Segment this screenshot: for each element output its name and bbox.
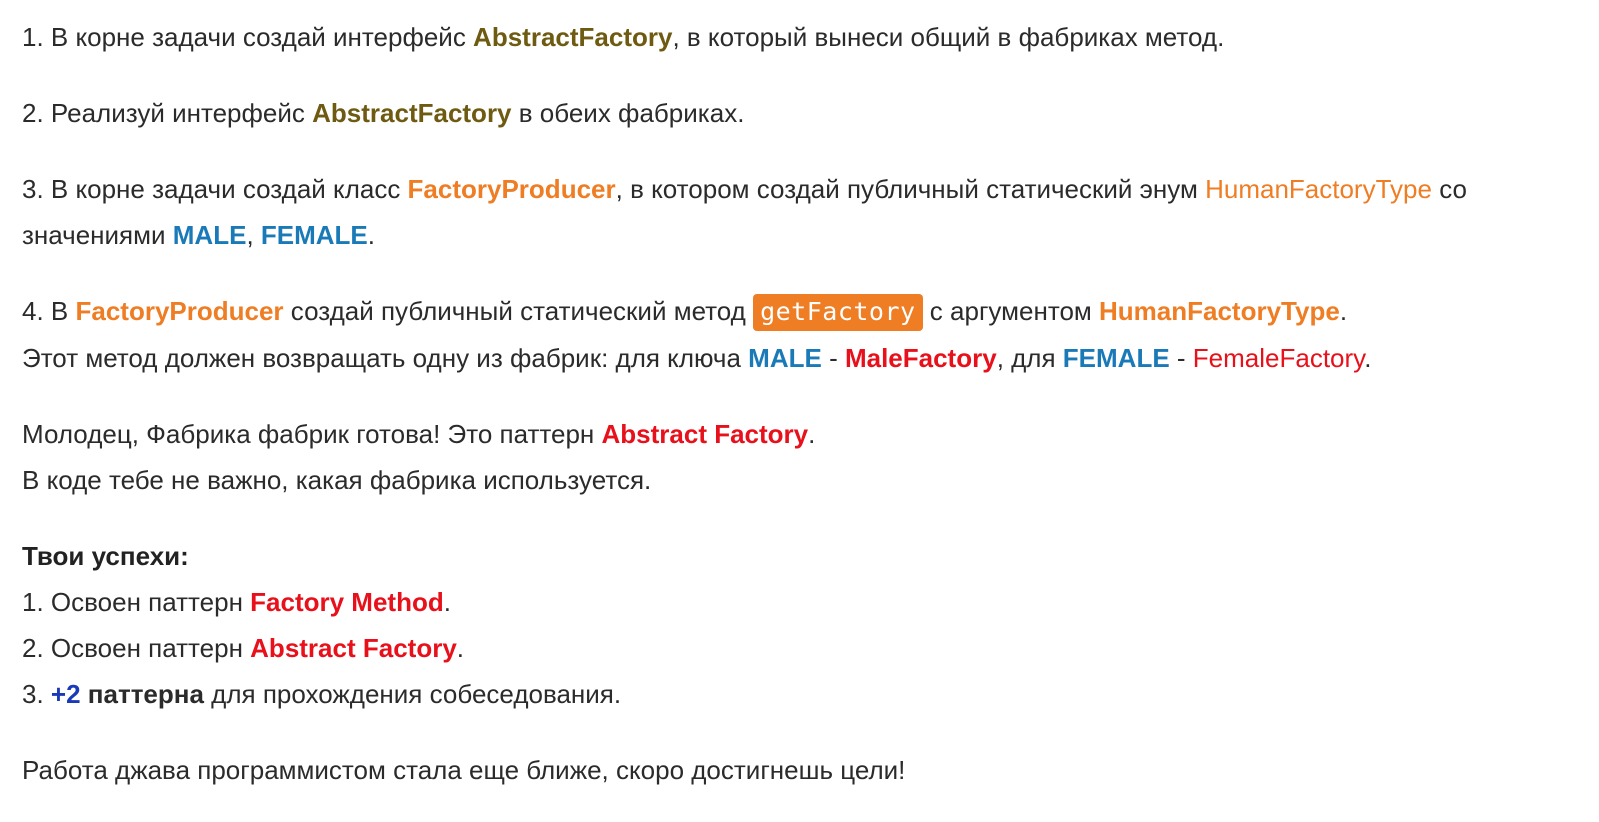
period: . <box>808 419 816 449</box>
achievements-title: Твои успехи: <box>22 541 189 571</box>
abstract-factory-interface-name: AbstractFactory <box>473 22 673 52</box>
achievement-1-text: 1. Освоен паттерн <box>22 587 251 617</box>
male-factory-name: MaleFactory <box>844 343 997 373</box>
step-3-values-label: значениями <box>22 220 173 250</box>
step-4-for-text: , для <box>996 343 1063 373</box>
abstract-factory-interface-name: AbstractFactory <box>312 98 512 128</box>
achievement-3-number: 3. <box>22 679 51 709</box>
abstract-factory-pattern-name: Abstract Factory <box>601 419 809 449</box>
achievement-3-text: для прохождения собеседования. <box>203 679 622 709</box>
step-4-line-2: Этот метод должен возвращать одну из фаб… <box>22 335 1592 381</box>
patterns-word: паттерна <box>80 679 204 709</box>
step-3-text-middle: , в котором создай публичный статический… <box>615 174 1206 204</box>
congrats-line-2: В коде тебе не важно, какая фабрика испо… <box>22 465 652 495</box>
female-factory-name: FemaleFactory <box>1192 343 1365 373</box>
factory-producer-class-name: FactoryProducer <box>407 174 616 204</box>
step-4-line-1: 4. В FactoryProducer создай публичный ст… <box>22 288 1592 335</box>
human-factory-type-argument: HumanFactoryType <box>1099 296 1340 326</box>
closing-message: Работа джава программистом стала еще бли… <box>22 755 906 785</box>
step-3: 3. В корне задачи создай класс FactoryPr… <box>22 166 1592 258</box>
separator: , <box>246 220 261 250</box>
task-description: 1. В корне задачи создай интерфейс Abstr… <box>22 14 1592 793</box>
congrats-line-1: Молодец, Фабрика фабрик готова! Это патт… <box>22 411 1592 457</box>
step-4-argument-text: с аргументом <box>922 296 1100 326</box>
achievement-item-2: 2. Освоен паттерн Abstract Factory. <box>22 625 1592 671</box>
enum-value-male: MALE <box>172 220 247 250</box>
period: . <box>456 633 465 663</box>
dash: - <box>1169 343 1193 373</box>
get-factory-method-code: getFactory <box>753 294 923 331</box>
enum-value-female: FEMALE <box>260 220 368 250</box>
key-female: FEMALE <box>1062 343 1170 373</box>
factory-producer-class-name: FactoryProducer <box>75 296 284 326</box>
step-3-line-2: значениями MALE, FEMALE. <box>22 212 1592 258</box>
step-4-text-middle: создай публичный статический метод <box>283 296 754 326</box>
achievement-item-1: 1. Освоен паттерн Factory Method. <box>22 579 1592 625</box>
step-3-text: 3. В корне задачи создай класс <box>22 174 408 204</box>
period: . <box>1339 296 1348 326</box>
step-2: 2. Реализуй интерфейс AbstractFactory в … <box>22 90 1592 136</box>
congrats-text: Молодец, Фабрика фабрик готова! Это патт… <box>22 419 602 449</box>
period: . <box>1364 343 1372 373</box>
achievement-item-3: 3. +2 паттерна для прохождения собеседов… <box>22 671 1592 717</box>
step-4-return-text: Этот метод должен возвращать одну из фаб… <box>22 343 749 373</box>
abstract-factory-pattern-name: Abstract Factory <box>250 633 457 663</box>
dash: - <box>821 343 845 373</box>
factory-method-pattern-name: Factory Method <box>250 587 444 617</box>
step-3-text-end: со <box>1431 174 1467 204</box>
period: . <box>443 587 451 617</box>
achievements: Твои успехи: 1. Освоен паттерн Factory M… <box>22 533 1592 717</box>
step-1-text-end: , в который вынеси общий в фабриках мето… <box>672 22 1225 52</box>
step-1-text: 1. В корне задачи создай интерфейс <box>22 22 474 52</box>
step-4: 4. В FactoryProducer создай публичный ст… <box>22 288 1592 381</box>
plus-two-badge: +2 <box>50 679 81 709</box>
key-male: MALE <box>748 343 822 373</box>
step-2-text: 2. Реализуй интерфейс <box>22 98 313 128</box>
step-4-text: 4. В <box>22 296 76 326</box>
congrats: Молодец, Фабрика фабрик готова! Это патт… <box>22 411 1592 503</box>
step-1: 1. В корне задачи создай интерфейс Abstr… <box>22 14 1592 60</box>
achievement-2-text: 2. Освоен паттерн <box>22 633 251 663</box>
period: . <box>367 220 376 250</box>
human-factory-type-enum-name: HumanFactoryType <box>1205 174 1432 204</box>
step-2-text-end: в обеих фабриках. <box>511 98 745 128</box>
step-3-line-1: 3. В корне задачи создай класс FactoryPr… <box>22 166 1592 212</box>
